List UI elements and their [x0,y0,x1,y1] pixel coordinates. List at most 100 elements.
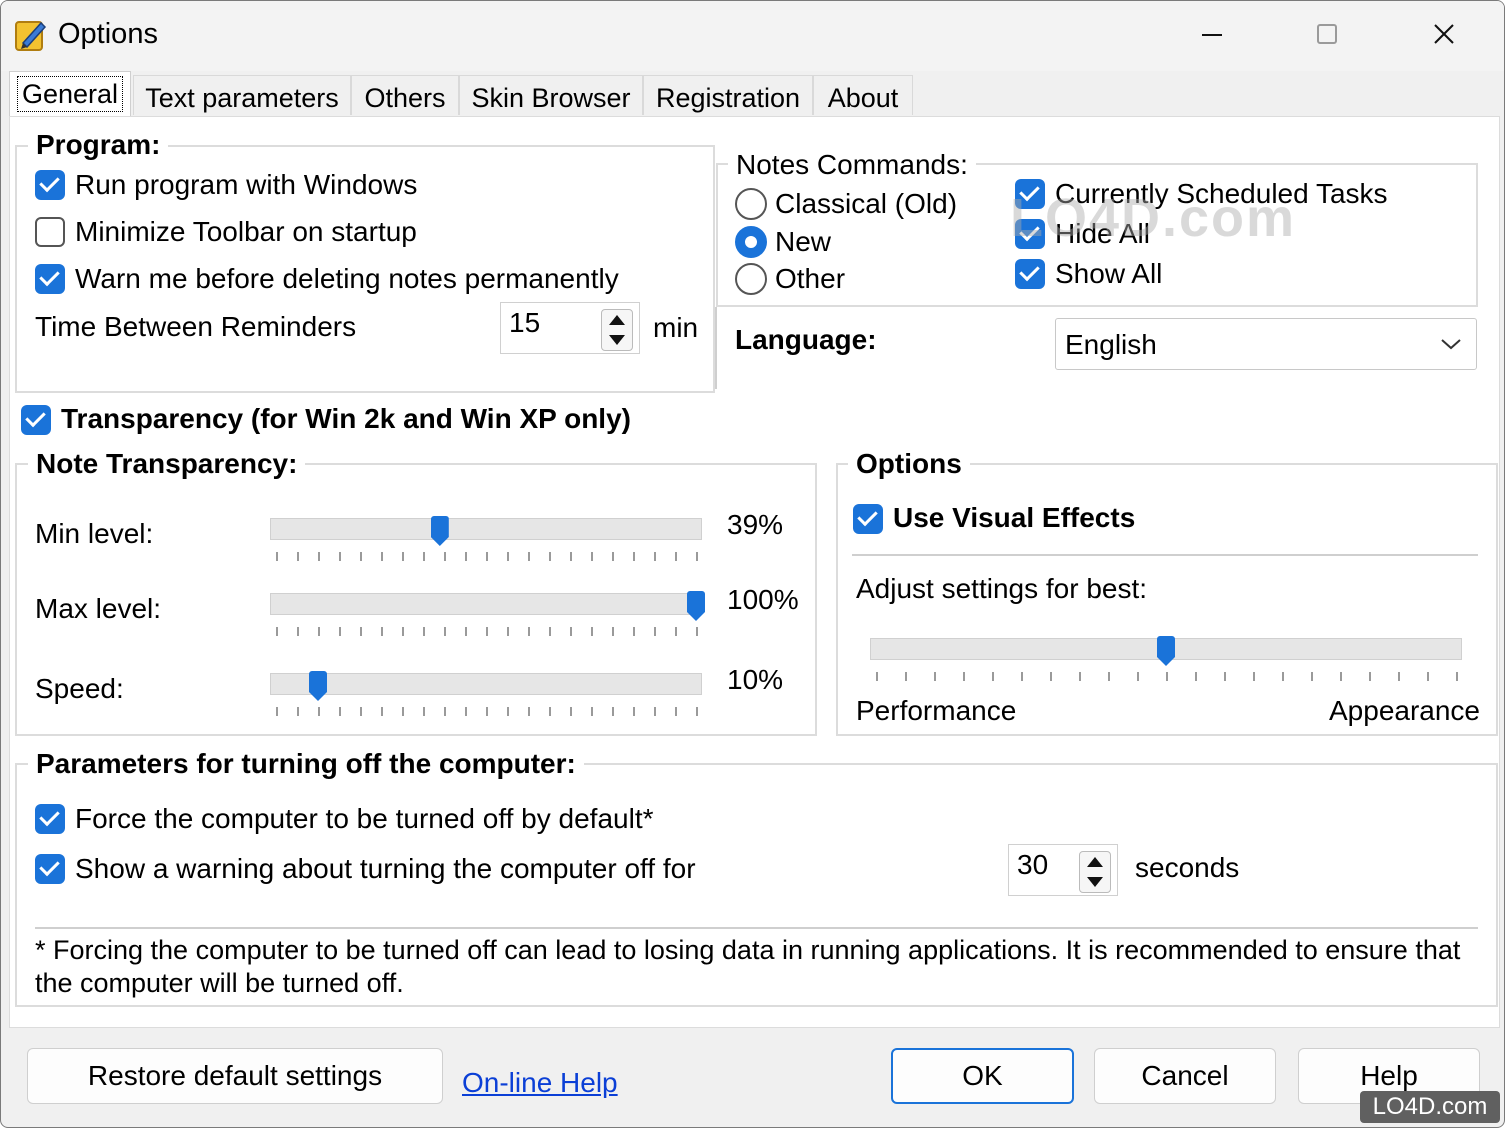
slider-tick [486,627,488,636]
radio-other[interactable] [735,263,767,295]
slider-tick [934,672,936,681]
appearance-label: Appearance [1329,695,1481,726]
spinner-arrows-icon[interactable] [1079,851,1111,893]
tab-text-parameters[interactable]: Text parameters [133,75,351,115]
performance-slider[interactable] [870,636,1462,684]
slider-tick [633,627,635,636]
slider-tick [1340,672,1342,681]
tab-skin-browser[interactable]: Skin Browser [459,75,643,115]
slider-tick [654,552,656,561]
maximize-button[interactable] [1297,11,1357,59]
transparency-checkbox[interactable] [21,405,51,435]
radio-other-label[interactable]: Other [775,263,845,295]
shutdown-warning-label[interactable]: Show a warning about turning the compute… [75,853,696,885]
slider-tick [528,627,530,636]
slider-tick [402,627,404,636]
spinner-arrows-icon[interactable] [601,309,633,351]
run-with-windows-label[interactable]: Run program with Windows [75,169,417,201]
show-all-checkbox[interactable] [1015,259,1045,289]
radio-new[interactable] [735,226,767,258]
slider-tick [1079,672,1081,681]
tab-others[interactable]: Others [351,75,459,115]
transparency-label[interactable]: Transparency (for Win 2k and Win XP only… [61,403,631,435]
slider-tick [1398,672,1400,681]
tab-registration[interactable]: Registration [643,75,813,115]
speed-slider[interactable] [270,671,702,719]
tab-general[interactable]: General [9,71,131,117]
title-bar[interactable]: Options [1,1,1504,71]
max-level-value: 100% [727,584,799,615]
slider-tick [528,707,530,716]
online-help-link[interactable]: On-line Help [462,1067,618,1099]
slider-thumb[interactable] [1157,636,1175,666]
shutdown-warning-checkbox[interactable] [35,854,65,884]
tab-general-label: General [16,76,124,112]
performance-label: Performance [856,695,1017,726]
slider-tick [696,627,698,636]
slider-tick [675,707,677,716]
slider-ticks [276,707,698,717]
slider-tick [1137,672,1139,681]
slider-tick [591,707,593,716]
slider-tick [591,552,593,561]
minimize-toolbar-label[interactable]: Minimize Toolbar on startup [75,216,417,248]
slider-tick [992,672,994,681]
minimize-button[interactable] [1182,11,1242,59]
slider-thumb[interactable] [430,516,449,546]
radio-classical-label[interactable]: Classical (Old) [775,188,957,220]
slider-thumb[interactable] [309,671,327,701]
show-all-label[interactable]: Show All [1055,258,1162,290]
ok-button[interactable]: OK [891,1048,1074,1104]
slider-tick [654,627,656,636]
slider-tick [318,707,320,716]
slider-tick [444,707,446,716]
force-shutdown-label[interactable]: Force the computer to be turned off by d… [75,803,654,835]
slider-tick [318,552,320,561]
slider-tick [963,672,965,681]
slider-tick [675,552,677,561]
slider-tick [276,552,278,561]
slider-tick [276,627,278,636]
seconds-spinner[interactable]: 30 [1008,844,1118,896]
slider-tick [675,627,677,636]
warn-delete-label[interactable]: Warn me before deleting notes permanentl… [75,263,619,295]
slider-tick [423,627,425,636]
language-select[interactable]: English [1055,318,1477,370]
reminders-value: 15 [509,307,541,338]
options-legend: Options [848,448,970,480]
visual-effects-label[interactable]: Use Visual Effects [893,502,1135,534]
slider-tick [465,707,467,716]
slider-tick [318,627,320,636]
seconds-unit: seconds [1135,852,1240,883]
language-label: Language: [735,324,877,355]
restore-defaults-button[interactable]: Restore default settings [27,1048,443,1104]
reminders-spinner[interactable]: 15 [500,302,640,354]
slider-tick [612,627,614,636]
close-button[interactable] [1414,11,1474,59]
slider-tick [612,707,614,716]
slider-tick [297,707,299,716]
slider-tick [444,552,446,561]
minimize-toolbar-checkbox[interactable] [35,217,65,247]
tab-about[interactable]: About [813,75,913,115]
warn-delete-checkbox[interactable] [35,264,65,294]
slider-tick [444,627,446,636]
cancel-button[interactable]: Cancel [1094,1048,1276,1104]
notes-commands-legend: Notes Commands: [728,149,976,181]
slider-tick [360,627,362,636]
slider-tick [1369,672,1371,681]
max-level-label: Max level: [35,593,162,624]
run-with-windows-checkbox[interactable] [35,170,65,200]
slider-tick [381,627,383,636]
force-shutdown-checkbox[interactable] [35,804,65,834]
slider-tick [1021,672,1023,681]
slider-tick [549,552,551,561]
min-level-slider[interactable] [270,516,702,564]
radio-new-label[interactable]: New [775,226,831,258]
slider-tick [570,707,572,716]
visual-effects-checkbox[interactable] [853,504,883,534]
radio-classical[interactable] [735,188,767,220]
slider-tick [1282,672,1284,681]
max-level-slider[interactable] [270,591,705,639]
slider-tick [654,707,656,716]
